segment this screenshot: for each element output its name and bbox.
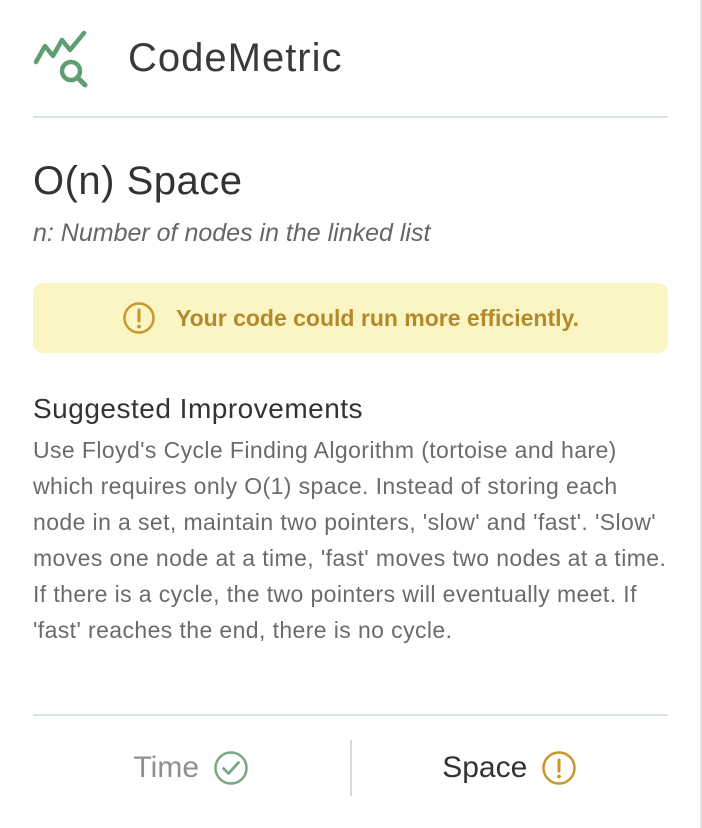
tab-space[interactable]: Space — [352, 738, 669, 798]
check-circle-icon — [213, 750, 249, 786]
chart-search-icon — [33, 28, 89, 88]
variable-description: n: Number of nodes in the linked list — [33, 219, 431, 247]
exclamation-circle-icon — [122, 301, 156, 335]
app-title: CodeMetric — [128, 36, 343, 80]
app-header: CodeMetric — [33, 28, 668, 88]
tab-time-label: Time — [133, 751, 200, 784]
footer-divider — [33, 714, 668, 716]
suggestions-body: Use Floyd's Cycle Finding Algorithm (tor… — [33, 437, 667, 643]
alert-message: Your code could run more efficiently. — [176, 304, 579, 331]
tab-space-label: Space — [442, 751, 528, 784]
suggestions-heading: Suggested Improvements — [33, 393, 364, 424]
metric-panel: CodeMetric O(n) Space n: Number of nodes… — [0, 0, 702, 828]
complexity-title: O(n) Space — [33, 159, 243, 203]
tab-time[interactable]: Time — [33, 738, 350, 798]
efficiency-alert: Your code could run more efficiently. — [33, 283, 668, 353]
header-divider — [33, 116, 668, 118]
exclamation-circle-icon — [541, 750, 577, 786]
metric-tabs: Time Space — [33, 738, 668, 798]
